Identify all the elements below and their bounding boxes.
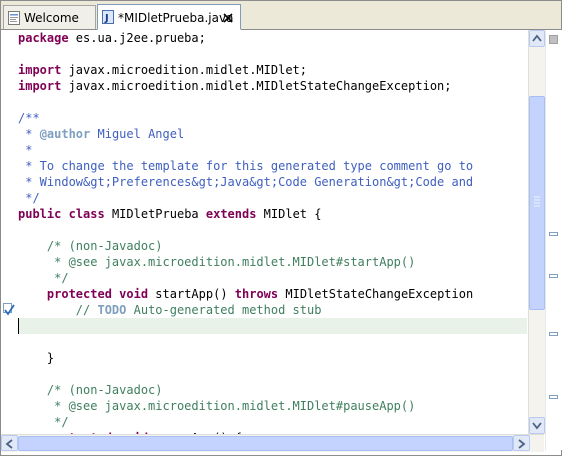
code-token: * @see javax.microedition.midlet.MIDlet#… — [54, 399, 416, 413]
code-line: protected void startApp() throws MIDletS… — [18, 286, 473, 302]
code-line: */ — [18, 190, 40, 206]
code-editor[interactable]: package es.ua.j2ee.prueba; import javax.m… — [1, 30, 527, 434]
overview-annotation-mark[interactable] — [549, 395, 558, 399]
code-line: */ — [18, 270, 69, 286]
code-token: import — [18, 63, 62, 77]
editor-window: Welcome J *MIDletPrueba.java package es.… — [0, 0, 562, 456]
code-token: @author — [39, 127, 91, 141]
overview-annotation-mark[interactable] — [549, 232, 558, 236]
task-checkmark-icon[interactable] — [3, 302, 15, 316]
code-token: package — [18, 31, 69, 45]
code-token: javax.microedition.midlet.MIDlet; — [61, 63, 307, 77]
arrow-left-icon — [5, 439, 13, 449]
code-line: */ — [18, 414, 69, 430]
code-token: */ — [54, 271, 69, 285]
overview-status-indicator — [549, 35, 558, 44]
code-line: } — [18, 350, 54, 366]
code-token: */ — [18, 191, 40, 205]
scroll-left-button[interactable] — [1, 435, 18, 451]
code-line: * @see javax.microedition.midlet.MIDlet#… — [18, 398, 415, 414]
code-token: MIDlet { — [256, 207, 322, 221]
code-token: protected — [46, 287, 112, 301]
code-token: */ — [54, 415, 69, 429]
tab-welcome[interactable]: Welcome — [3, 5, 96, 29]
code-line: * @see javax.microedition.midlet.MIDlet#… — [18, 254, 415, 270]
arrow-right-icon — [518, 439, 526, 449]
overview-annotation-mark[interactable] — [549, 332, 558, 336]
tab-midletprueba-java[interactable]: J *MIDletPrueba.java — [97, 4, 241, 30]
code-line: * @author Miguel Angel — [18, 126, 184, 142]
close-icon[interactable] — [221, 10, 235, 24]
code-line: * To change the template for this genera… — [18, 158, 473, 174]
code-line: /** — [18, 110, 40, 126]
java-file-icon: J — [102, 9, 114, 24]
code-token: MIDletPrueba — [104, 207, 206, 221]
code-line: /* (non-Javadoc) — [18, 238, 163, 254]
vertical-scrollbar[interactable] — [528, 30, 545, 434]
code-token: class — [68, 207, 105, 221]
code-token: * — [18, 127, 40, 141]
vertical-scroll-thumb[interactable] — [529, 96, 545, 310]
welcome-page-icon — [8, 10, 20, 25]
tab-label: *MIDletPrueba.java — [118, 11, 234, 25]
code-token: javax.microedition.midlet.MIDletStateCha… — [61, 79, 452, 93]
code-token: /** — [18, 111, 40, 125]
thumb-grip-icon — [534, 196, 540, 207]
code-token: // — [75, 303, 98, 317]
code-token: public — [18, 207, 62, 221]
code-token: throws — [234, 287, 279, 301]
code-token: Miguel Angel — [90, 127, 185, 141]
horizontal-scrollbar[interactable] — [1, 434, 544, 452]
code-token: /* (non-Javadoc) — [46, 239, 163, 253]
code-token: Auto-generated method stub — [126, 303, 322, 317]
code-token: * @see javax.microedition.midlet.MIDlet#… — [54, 255, 416, 269]
code-token: import — [18, 79, 62, 93]
code-line: * — [18, 142, 32, 158]
arrow-down-icon — [532, 422, 542, 430]
horizontal-scroll-thumb[interactable] — [18, 436, 513, 451]
code-token: * To change the template for this genera… — [18, 159, 474, 173]
code-line: /* (non-Javadoc) — [18, 382, 163, 398]
code-line: package es.ua.j2ee.prueba; — [18, 30, 206, 46]
svg-text:J: J — [104, 13, 109, 24]
code-token: void — [119, 287, 149, 301]
code-line: public class MIDletPrueba extends MIDlet… — [18, 206, 321, 222]
code-line: // TODO Auto-generated method stub — [18, 302, 322, 318]
code-token: es.ua.j2ee.prueba; — [68, 31, 206, 45]
code-token: MIDletStateChangeException — [278, 287, 474, 301]
scroll-right-button[interactable] — [513, 435, 530, 451]
code-line: * Window&gt;Preferences&gt;Java&gt;Code … — [18, 174, 473, 190]
code-line: import javax.microedition.midlet.MIDlet; — [18, 62, 307, 78]
code-token: } — [18, 351, 55, 365]
arrow-up-icon — [532, 34, 542, 42]
tab-label: Welcome — [24, 11, 79, 25]
code-line: import javax.microedition.midlet.MIDletS… — [18, 78, 452, 94]
code-token: extends — [205, 207, 257, 221]
vertical-ruler[interactable] — [1, 30, 15, 434]
overview-annotation-mark[interactable] — [549, 274, 558, 278]
code-text-area[interactable]: package es.ua.j2ee.prueba; import javax.m… — [18, 30, 527, 434]
text-cursor — [18, 318, 19, 334]
scroll-up-button[interactable] — [529, 30, 545, 47]
code-token: startApp() — [148, 287, 235, 301]
editor-tab-bar: Welcome J *MIDletPrueba.java — [1, 1, 561, 30]
code-token: * — [18, 143, 33, 157]
scroll-down-button[interactable] — [529, 417, 545, 434]
code-token: /* (non-Javadoc) — [46, 383, 163, 397]
code-token: * Window&gt;Preferences&gt;Java&gt;Code … — [18, 175, 474, 189]
code-token: TODO — [97, 303, 127, 317]
overview-ruler[interactable] — [545, 30, 562, 450]
